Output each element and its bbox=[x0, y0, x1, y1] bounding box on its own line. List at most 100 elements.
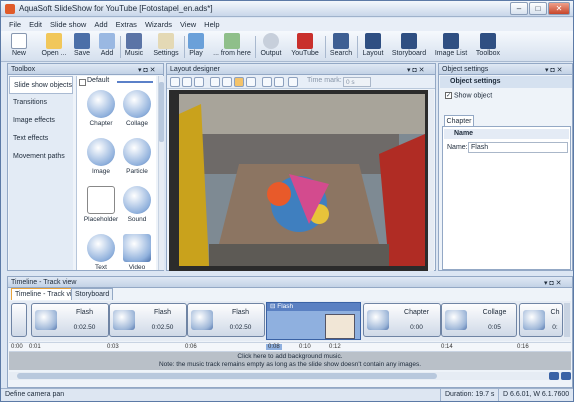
show-object-checkbox[interactable]: ✓ Show object bbox=[445, 92, 492, 99]
menu-help[interactable]: Help bbox=[200, 18, 223, 31]
menu-extras[interactable]: Extras bbox=[112, 18, 141, 31]
play-button[interactable]: Play bbox=[187, 33, 205, 57]
zoom-in-icon[interactable] bbox=[549, 372, 559, 380]
track-start-marker[interactable] bbox=[11, 303, 27, 337]
collage-icon bbox=[445, 310, 467, 330]
tool-sound[interactable]: Sound bbox=[119, 186, 155, 223]
save-button[interactable]: Save bbox=[73, 33, 91, 57]
clip-flash-1[interactable]: Flash 0:02.50 bbox=[31, 303, 109, 337]
layout-scrollbar[interactable] bbox=[428, 90, 434, 271]
tool-label: Image bbox=[91, 168, 111, 175]
name-input[interactable]: Flash bbox=[468, 142, 568, 153]
output-button[interactable]: Output bbox=[258, 33, 284, 57]
app-window: AquaSoft SlideShow for YouTube [Fotostap… bbox=[0, 0, 574, 402]
scrollbar-thumb[interactable] bbox=[17, 373, 437, 379]
checkbox-checked-icon[interactable]: ✓ bbox=[445, 92, 452, 99]
tool-collage[interactable]: Collage bbox=[119, 90, 155, 127]
layout-canvas[interactable] bbox=[169, 90, 434, 271]
new-button[interactable]: New bbox=[9, 33, 29, 57]
zoom-in-icon[interactable] bbox=[170, 77, 180, 87]
zoom-out-icon[interactable] bbox=[182, 77, 192, 87]
clip-flash-selected[interactable]: ⊟ Flash bbox=[266, 302, 361, 340]
pin-icon[interactable]: ▾ ◘ ✕ bbox=[138, 65, 156, 76]
toolbox-scrollbar[interactable] bbox=[158, 76, 164, 270]
ruler-tick: 0:08 bbox=[266, 344, 282, 350]
clip-chapter[interactable]: Chapter 0:00 bbox=[363, 303, 441, 337]
track-scrollbar[interactable] bbox=[564, 303, 570, 337]
track-view[interactable]: Flash 0:02.50 Flash 0:02.50 Flash 0:02.50 ⊟… bbox=[9, 301, 571, 341]
align-icon[interactable] bbox=[288, 77, 298, 87]
clip-duration: 0:05 bbox=[488, 324, 501, 331]
pin-icon[interactable]: ▾ ◘ ✕ bbox=[545, 65, 563, 76]
node-icon[interactable] bbox=[274, 77, 284, 87]
time-mark-label: Time mark: bbox=[307, 77, 342, 84]
category-slide-show-objects[interactable]: Slide show objects bbox=[9, 76, 73, 94]
curve-icon[interactable] bbox=[262, 77, 272, 87]
tool-video[interactable]: Video bbox=[119, 234, 155, 271]
category-text-effects[interactable]: Text effects bbox=[9, 130, 73, 148]
scrollbar-thumb[interactable] bbox=[159, 82, 164, 142]
menu-wizards[interactable]: Wizards bbox=[141, 18, 176, 31]
camera-pan-icon[interactable] bbox=[234, 77, 244, 87]
maximize-button[interactable]: □ bbox=[529, 2, 547, 15]
clip-flash-3[interactable]: Flash 0:02.50 bbox=[187, 303, 265, 337]
show-object-label: Show object bbox=[454, 92, 493, 100]
play-from-here-button[interactable]: ... from here bbox=[213, 33, 251, 57]
image-list-button[interactable]: Image List bbox=[433, 33, 469, 57]
zoom-out-icon[interactable] bbox=[561, 372, 571, 380]
tool-chapter[interactable]: Chapter bbox=[83, 90, 119, 127]
select-icon[interactable] bbox=[246, 77, 256, 87]
pin-icon[interactable]: ▾ ◘ ✕ bbox=[544, 278, 562, 289]
layout-designer-header: Layout designer ▾ ◘ ✕ bbox=[167, 64, 435, 75]
tool-placeholder[interactable]: Placeholder bbox=[83, 186, 119, 223]
layout-button[interactable]: Layout bbox=[360, 33, 386, 57]
music-button[interactable]: Music bbox=[123, 33, 145, 57]
new-label: New bbox=[11, 50, 26, 57]
menu-bar: File Edit Slide show Add Extras Wizards View He… bbox=[1, 18, 573, 31]
menu-file[interactable]: File bbox=[5, 18, 25, 31]
music-hint-line1: Click here to add background music. bbox=[237, 353, 343, 360]
time-ruler[interactable]: 0:00 0:01 0:03 0:06 0:08 0:10 0:12 0:14 … bbox=[9, 342, 571, 352]
minimize-button[interactable]: – bbox=[510, 2, 528, 15]
tool-text[interactable]: Text bbox=[83, 234, 119, 271]
zoom-fit-icon[interactable] bbox=[194, 77, 204, 87]
menu-edit[interactable]: Edit bbox=[25, 18, 46, 31]
floppy-icon bbox=[74, 33, 90, 49]
tool-particle[interactable]: Particle bbox=[119, 138, 155, 175]
category-transitions[interactable]: Transitions bbox=[9, 94, 73, 112]
settings-button[interactable]: Settings bbox=[151, 33, 181, 57]
menu-add[interactable]: Add bbox=[90, 18, 111, 31]
toolbox-button[interactable]: Toolbox bbox=[473, 33, 503, 57]
time-mark-input[interactable]: 0 s bbox=[343, 77, 371, 87]
main-toolbar: New Open ... Save Add Music Settings Pla… bbox=[1, 31, 573, 62]
tab-storyboard[interactable]: Storyboard bbox=[71, 288, 114, 300]
menu-slide-show[interactable]: Slide show bbox=[46, 18, 90, 31]
tool-image[interactable]: Image bbox=[83, 138, 119, 175]
open-button[interactable]: Open ... bbox=[39, 33, 69, 57]
close-button[interactable]: ✕ bbox=[548, 2, 570, 15]
group-default[interactable]: Default bbox=[77, 76, 156, 86]
object-settings-panel: Object settings ▾ ◘ ✕ Object settings ✓ Sh… bbox=[438, 63, 573, 271]
clip-flash-2[interactable]: Flash 0:02.50 bbox=[109, 303, 187, 337]
youtube-button[interactable]: YouTube bbox=[289, 33, 321, 57]
music-track[interactable]: Click here to add background music. Note… bbox=[9, 352, 571, 370]
image-list-icon bbox=[443, 33, 459, 49]
clip-chapter-partial[interactable]: Ch 0: bbox=[519, 303, 563, 337]
grid-icon[interactable] bbox=[210, 77, 220, 87]
name-group-header[interactable]: Name bbox=[444, 129, 569, 139]
ruler-tick: 0:01 bbox=[29, 344, 41, 350]
object-settings-section[interactable]: Object settings bbox=[440, 76, 572, 88]
book-icon bbox=[87, 90, 115, 118]
timeline-scrollbar[interactable] bbox=[9, 372, 571, 380]
add-button[interactable]: Add bbox=[98, 33, 116, 57]
clip-collage[interactable]: Collage 0:05 bbox=[441, 303, 517, 337]
play-label: Play bbox=[189, 50, 203, 57]
save-label: Save bbox=[74, 50, 90, 57]
search-button[interactable]: Search bbox=[328, 33, 354, 57]
category-image-effects[interactable]: Image effects bbox=[9, 112, 73, 130]
storyboard-button[interactable]: Storyboard bbox=[390, 33, 428, 57]
snap-icon[interactable] bbox=[222, 77, 232, 87]
category-movement-paths[interactable]: Movement paths bbox=[9, 148, 73, 166]
menu-view[interactable]: View bbox=[176, 18, 200, 31]
tool-label: Collage bbox=[125, 120, 149, 127]
